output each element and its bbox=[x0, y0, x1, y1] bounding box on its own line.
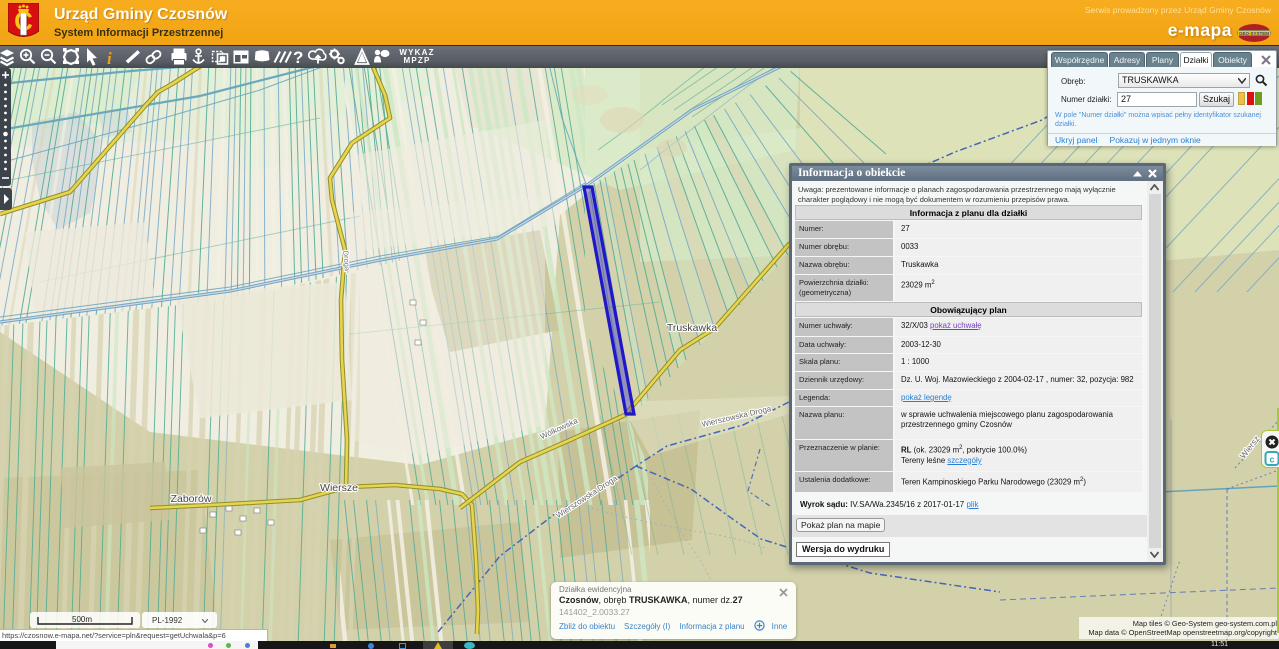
svg-text:i: i bbox=[107, 49, 112, 68]
svg-text:GEO-SYSTEM: GEO-SYSTEM bbox=[1239, 31, 1269, 36]
svg-text:Truskawka: Truskawka bbox=[667, 322, 718, 334]
svg-text:500m: 500m bbox=[72, 615, 92, 624]
svg-text:c: c bbox=[1269, 455, 1274, 465]
svg-text:Droga: Droga bbox=[341, 250, 352, 272]
svg-text:?: ? bbox=[293, 48, 303, 67]
svg-text:Wiersze: Wiersze bbox=[320, 482, 358, 494]
svg-text:Zaborów: Zaborów bbox=[171, 493, 212, 505]
